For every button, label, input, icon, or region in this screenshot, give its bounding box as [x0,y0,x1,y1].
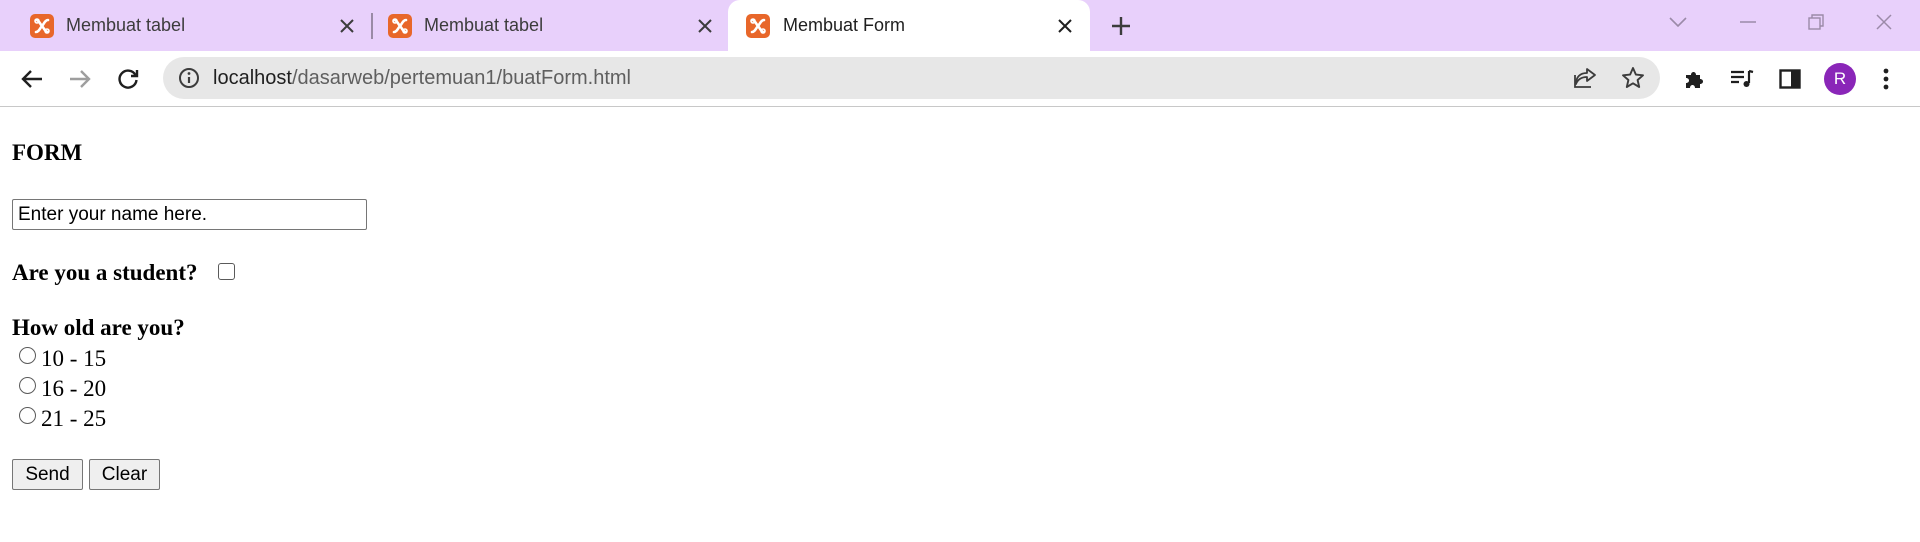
profile-initial: R [1833,69,1847,88]
form-heading: FORM [12,140,83,165]
age-radio[interactable] [19,346,36,364]
student-question-label: Are you a student? [12,260,198,285]
side-panel-icon[interactable] [1772,61,1808,97]
tab-title: Membuat Form [783,15,906,35]
close-window-icon[interactable] [1864,8,1904,36]
new-tab-plus-icon[interactable] [1108,13,1134,39]
xampp-favicon-icon [746,14,770,38]
age-option-label: 10 - 15 [41,346,107,371]
age-option-21-25[interactable]: 21 - 25 [19,404,106,434]
url-text: localhost/dasarweb/pertemuan1/buatForm.h… [213,67,631,90]
tab-search-chevron-icon[interactable] [1658,8,1698,36]
profile-avatar[interactable]: R [1824,63,1856,95]
restore-window-icon[interactable] [1796,8,1836,36]
url-host: localhost [213,67,292,89]
more-menu-icon[interactable] [1868,61,1904,97]
tab-title: Membuat tabel [424,15,544,35]
media-playlist-icon[interactable] [1724,61,1760,97]
name-input[interactable] [12,199,367,230]
age-option-label: 21 - 25 [41,406,107,431]
share-icon[interactable] [1573,67,1597,94]
site-info-icon[interactable] [178,67,200,94]
bookmark-star-icon[interactable] [1621,66,1645,95]
tab-membuat-tabel-1[interactable]: Membuat tabel [0,0,373,51]
tab-title: Membuat tabel [66,15,186,35]
url-path: /dasarweb/pertemuan1/buatForm.html [291,67,631,89]
close-tab-icon[interactable] [1052,13,1078,39]
tab-membuat-tabel-2[interactable]: Membuat tabel [358,0,728,51]
address-bar[interactable]: localhost/dasarweb/pertemuan1/buatForm.h… [163,57,1660,99]
extensions-puzzle-icon[interactable] [1676,61,1712,97]
xampp-favicon-icon [388,14,412,38]
browser-toolbar: localhost/dasarweb/pertemuan1/buatForm.h… [0,51,1920,107]
age-option-10-15[interactable]: 10 - 15 [19,344,106,374]
clear-button[interactable]: Clear [89,459,160,490]
send-button[interactable]: Send [12,459,83,490]
page-content: FORM Are you a student? How old are you?… [0,108,1920,542]
student-checkbox[interactable] [218,263,235,280]
age-radio[interactable] [19,376,36,394]
xampp-favicon-icon [30,14,54,38]
close-tab-icon[interactable] [334,13,360,39]
age-question-label: How old are you? [12,315,185,340]
reload-icon[interactable] [110,61,146,97]
forward-arrow-icon[interactable] [62,61,98,97]
tab-membuat-form[interactable]: Membuat Form [728,0,1090,51]
close-tab-icon[interactable] [692,13,718,39]
age-radio[interactable] [19,406,36,424]
minimize-icon[interactable] [1728,8,1768,36]
age-option-16-20[interactable]: 16 - 20 [19,374,106,404]
age-option-label: 16 - 20 [41,376,107,401]
tab-strip: Membuat tabel Membuat tabel Membuat Form [0,0,1920,51]
back-arrow-icon[interactable] [14,61,50,97]
